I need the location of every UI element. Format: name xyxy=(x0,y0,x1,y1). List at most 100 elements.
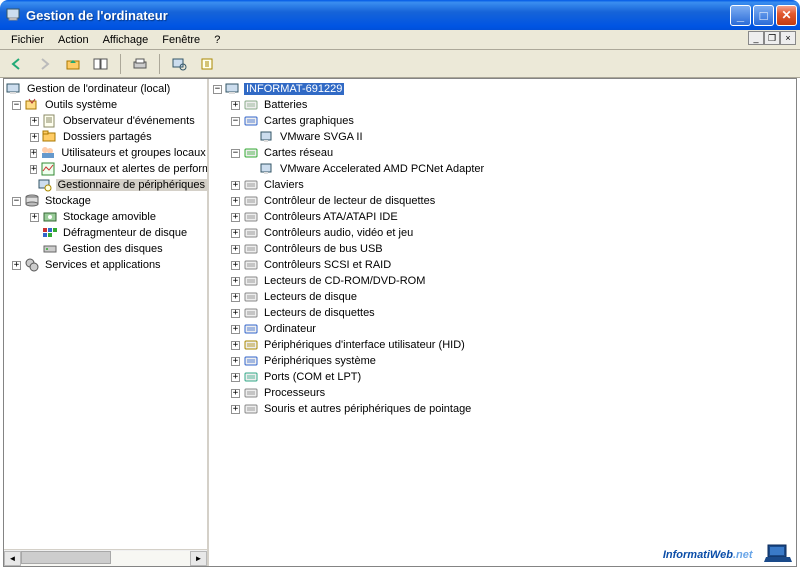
collapse-icon[interactable]: − xyxy=(231,149,240,158)
expand-icon[interactable]: + xyxy=(231,229,240,238)
device-category[interactable]: +Périphériques système xyxy=(209,353,796,369)
device-category[interactable]: +Contrôleur de lecteur de disquettes xyxy=(209,193,796,209)
category-icon xyxy=(243,257,259,273)
expand-icon[interactable]: + xyxy=(231,389,240,398)
tree-node-services[interactable]: + Services et applications xyxy=(4,257,207,273)
tree-node-defrag[interactable]: Défragmenteur de disque xyxy=(4,225,207,241)
device-category[interactable]: +Processeurs xyxy=(209,385,796,401)
scroll-right-button[interactable]: ► xyxy=(190,551,207,566)
tree-node-stockage[interactable]: − Stockage xyxy=(4,193,207,209)
minimize-button[interactable]: _ xyxy=(730,5,751,26)
mdi-close-button[interactable]: × xyxy=(780,31,796,45)
close-button[interactable]: ✕ xyxy=(776,5,797,26)
expand-icon[interactable]: + xyxy=(231,293,240,302)
scroll-track[interactable] xyxy=(21,551,190,566)
users-icon xyxy=(40,145,56,161)
device-category[interactable]: +Ordinateur xyxy=(209,321,796,337)
tree-node-removable[interactable]: + Stockage amovible xyxy=(4,209,207,225)
watermark: InformatiWeb.net xyxy=(663,538,792,564)
device-manager-icon xyxy=(37,177,53,193)
device-root[interactable]: − INFORMAT-691229 xyxy=(209,81,796,97)
menu-help[interactable]: ? xyxy=(207,32,227,48)
tree-node-shared[interactable]: + Dossiers partagés xyxy=(4,129,207,145)
device-category[interactable]: +Périphériques d'interface utilisateur (… xyxy=(209,337,796,353)
expand-icon[interactable]: + xyxy=(30,165,37,174)
device-category[interactable]: + Contrôleurs de bus USB xyxy=(209,241,796,257)
scan-button[interactable] xyxy=(168,53,190,75)
device-item[interactable]: VMware SVGA II xyxy=(209,129,796,145)
tree-node-users[interactable]: + Utilisateurs et groupes locaux xyxy=(4,145,207,161)
device-category[interactable]: +Claviers xyxy=(209,177,796,193)
device-category[interactable]: + Souris et autres périphériques de point… xyxy=(209,401,796,417)
left-tree: Gestion de l'ordinateur (local) − Outils… xyxy=(4,79,207,549)
tree-node-events[interactable]: + Observateur d'événements xyxy=(4,113,207,129)
collapse-icon[interactable]: − xyxy=(12,197,21,206)
category-icon xyxy=(243,241,259,257)
disk-icon xyxy=(42,241,58,257)
expand-icon[interactable]: + xyxy=(231,197,240,206)
show-hide-button[interactable] xyxy=(90,53,112,75)
device-category[interactable]: −Cartes graphiques xyxy=(209,113,796,129)
expand-icon[interactable]: + xyxy=(12,261,21,270)
computer-icon xyxy=(6,81,22,97)
expand-icon[interactable]: + xyxy=(231,277,240,286)
device-category[interactable]: +Ports (COM et LPT) xyxy=(209,369,796,385)
mdi-minimize-button[interactable]: _ xyxy=(748,31,764,45)
menu-fenetre[interactable]: Fenêtre xyxy=(155,32,207,48)
expand-icon[interactable]: + xyxy=(231,181,240,190)
device-category[interactable]: −Cartes réseau xyxy=(209,145,796,161)
forward-button[interactable] xyxy=(34,53,56,75)
device-category-label: Souris et autres périphériques de pointa… xyxy=(262,403,473,415)
tree-node-devmgr[interactable]: Gestionnaire de périphériques xyxy=(4,177,207,193)
expand-icon[interactable]: + xyxy=(231,245,240,254)
maximize-button[interactable]: □ xyxy=(753,5,774,26)
device-category[interactable]: +Contrôleurs ATA/ATAPI IDE xyxy=(209,209,796,225)
expand-icon[interactable]: + xyxy=(231,373,240,382)
expand-icon[interactable]: + xyxy=(30,133,39,142)
device-item[interactable]: VMware Accelerated AMD PCNet Adapter xyxy=(209,161,796,177)
scroll-left-button[interactable]: ◄ xyxy=(4,551,21,566)
device-category[interactable]: +Lecteurs de CD-ROM/DVD-ROM xyxy=(209,273,796,289)
device-category-label: Contrôleurs de bus USB xyxy=(262,243,385,255)
expand-icon[interactable]: + xyxy=(231,405,240,414)
tree-node-perf[interactable]: + Journaux et alertes de performances xyxy=(4,161,207,177)
expand-icon[interactable]: + xyxy=(231,309,240,318)
menu-action[interactable]: Action xyxy=(51,32,96,48)
print-button[interactable] xyxy=(129,53,151,75)
refresh-button[interactable] xyxy=(196,53,218,75)
expand-icon[interactable]: + xyxy=(30,149,37,158)
tree-node-outils[interactable]: − Outils système xyxy=(4,97,207,113)
mdi-restore-button[interactable]: ❐ xyxy=(764,31,780,45)
up-button[interactable] xyxy=(62,53,84,75)
tree-root[interactable]: Gestion de l'ordinateur (local) xyxy=(4,81,207,97)
expand-icon[interactable]: + xyxy=(231,261,240,270)
menu-fichier[interactable]: Fichier xyxy=(4,32,51,48)
expand-icon[interactable]: + xyxy=(231,341,240,350)
expand-icon[interactable]: + xyxy=(231,213,240,222)
titlebar: Gestion de l'ordinateur _ □ ✕ xyxy=(0,0,800,30)
device-category[interactable]: +Contrôleurs audio, vidéo et jeu xyxy=(209,225,796,241)
device-icon xyxy=(259,161,275,177)
back-button[interactable] xyxy=(6,53,28,75)
collapse-icon[interactable]: − xyxy=(213,85,222,94)
laptop-icon xyxy=(764,543,792,563)
scroll-thumb[interactable] xyxy=(21,551,111,564)
tree-label: Stockage amovible xyxy=(61,211,158,223)
collapse-icon[interactable]: − xyxy=(12,101,21,110)
collapse-icon[interactable]: − xyxy=(231,117,240,126)
spacer xyxy=(30,181,34,190)
menu-affichage[interactable]: Affichage xyxy=(96,32,156,48)
toolbar xyxy=(0,50,800,78)
expand-icon[interactable]: + xyxy=(231,101,240,110)
tree-node-diskmgmt[interactable]: Gestion des disques xyxy=(4,241,207,257)
device-category[interactable]: +Lecteurs de disque xyxy=(209,289,796,305)
expand-icon[interactable]: + xyxy=(30,213,39,222)
device-category[interactable]: +Lecteurs de disquettes xyxy=(209,305,796,321)
tree-label: Utilisateurs et groupes locaux xyxy=(59,147,207,159)
horizontal-scrollbar[interactable]: ◄ ► xyxy=(4,549,207,566)
device-category[interactable]: +Batteries xyxy=(209,97,796,113)
expand-icon[interactable]: + xyxy=(30,117,39,126)
expand-icon[interactable]: + xyxy=(231,325,240,334)
expand-icon[interactable]: + xyxy=(231,357,240,366)
device-category[interactable]: +Contrôleurs SCSI et RAID xyxy=(209,257,796,273)
